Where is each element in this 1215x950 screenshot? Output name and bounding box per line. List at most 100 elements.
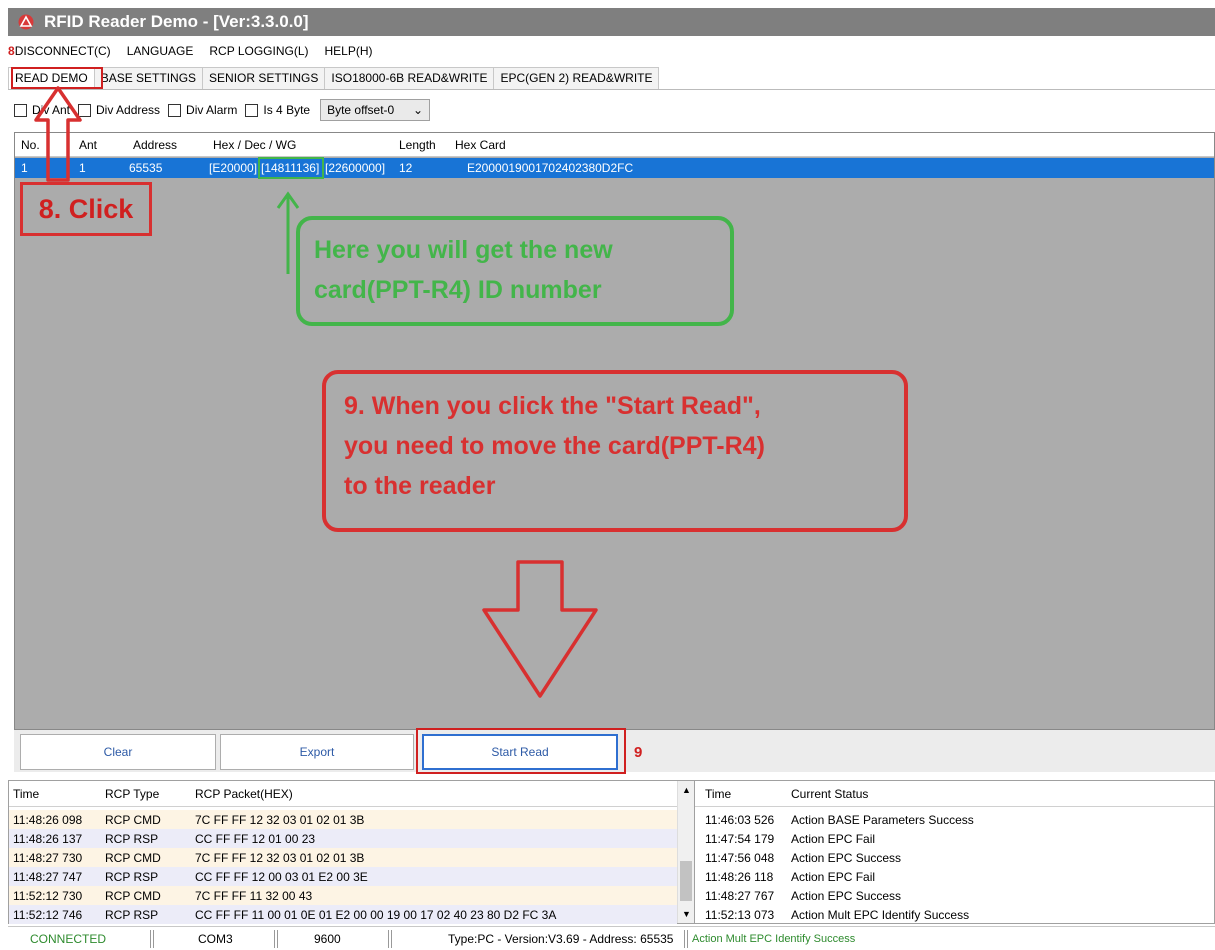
status-time: 11:46:03 526 xyxy=(705,812,775,827)
up-arrow-annotation-icon xyxy=(34,86,82,182)
log-row[interactable]: 11:48:27 730 RCP CMD 7C FF FF 12 32 03 0… xyxy=(9,848,677,867)
status-text: Action EPC Success xyxy=(791,850,902,865)
status-separator xyxy=(274,930,278,948)
current-status-list[interactable]: Time Current Status 11:46:03 526 Action … xyxy=(694,780,1215,924)
export-button[interactable]: Export xyxy=(220,734,414,770)
status-row[interactable]: 11:46:03 526 Action BASE Parameters Succ… xyxy=(695,810,1214,829)
log-packet: CC FF FF 11 00 01 0E 01 E2 00 00 19 00 1… xyxy=(195,907,557,922)
log-scrollbar[interactable]: ▲ ▼ xyxy=(677,781,694,923)
last-action-status: Action Mult EPC Identify Success xyxy=(692,933,856,945)
log-time: 11:48:26 098 xyxy=(13,812,83,827)
is-4-byte-checkbox[interactable] xyxy=(245,103,259,117)
log-row[interactable]: 11:48:27 747 RCP RSP CC FF FF 12 00 03 0… xyxy=(9,867,677,886)
col-hex-dec-wg[interactable]: Hex / Dec / WG xyxy=(213,133,296,156)
app-logo-icon xyxy=(18,14,34,30)
menu-disconnect[interactable]: DISCONNECT(C) xyxy=(15,44,111,58)
status-separator xyxy=(684,930,688,948)
status-row[interactable]: 11:52:13 073 Action Mult EPC Identify Su… xyxy=(695,905,1214,924)
status-separator xyxy=(150,930,154,948)
table-row[interactable]: 1 1 65535 [E20000] [14811136] [22600000]… xyxy=(15,158,1214,178)
status-row[interactable]: 11:47:56 048 Action EPC Success xyxy=(695,848,1214,867)
div-address-label: Div Address xyxy=(96,103,161,117)
div-alarm-option[interactable]: Div Alarm xyxy=(168,103,237,117)
status-separator xyxy=(388,930,392,948)
status-row[interactable]: 11:47:54 179 Action EPC Fail xyxy=(695,829,1214,848)
is-4-byte-option[interactable]: Is 4 Byte xyxy=(245,103,310,117)
col-status-time[interactable]: Time xyxy=(705,781,731,806)
log-row[interactable]: 11:52:12 730 RCP CMD 7C FF FF 11 32 00 4… xyxy=(9,886,677,905)
menu-rcp-logging[interactable]: RCP LOGGING(L) xyxy=(209,44,308,58)
col-log-rcp-packet[interactable]: RCP Packet(HEX) xyxy=(195,781,293,806)
status-text: Action Mult EPC Identify Success xyxy=(791,907,970,922)
scrollbar-thumb[interactable] xyxy=(680,861,692,901)
red-callout-line-1: 9. When you click the "Start Read", xyxy=(344,392,761,420)
row-no: 1 xyxy=(21,161,28,175)
chevron-down-icon: ⌄ xyxy=(413,103,424,117)
byte-offset-value: Byte offset-0 xyxy=(327,103,395,117)
div-address-option[interactable]: Div Address xyxy=(78,103,160,117)
log-type: RCP CMD xyxy=(105,888,161,903)
menu-help[interactable]: HELP(H) xyxy=(325,44,373,58)
div-alarm-checkbox[interactable] xyxy=(168,103,182,117)
clear-button[interactable]: Clear xyxy=(20,734,216,770)
status-row[interactable]: 11:48:26 118 Action EPC Fail xyxy=(695,867,1214,886)
log-packet: 7C FF FF 12 32 03 01 02 01 3B xyxy=(195,812,365,827)
tab-senior-settings[interactable]: SENIOR SETTINGS xyxy=(202,67,326,89)
log-row[interactable]: 11:48:26 098 RCP CMD 7C FF FF 12 32 03 0… xyxy=(9,810,677,829)
div-alarm-label: Div Alarm xyxy=(186,103,238,117)
baud-status: 9600 xyxy=(314,932,341,946)
scroll-up-icon[interactable]: ▲ xyxy=(682,785,691,795)
scroll-down-icon[interactable]: ▼ xyxy=(682,909,691,919)
green-callout-line-2: card(PPT-R4) ID number xyxy=(314,276,602,304)
col-hex-card[interactable]: Hex Card xyxy=(455,133,506,156)
status-time: 11:47:56 048 xyxy=(705,850,775,865)
card-id-highlight-box xyxy=(258,157,324,179)
status-time: 11:47:54 179 xyxy=(705,831,775,846)
menu-bar: 8 DISCONNECT(C) LANGUAGE RCP LOGGING(L) … xyxy=(8,40,1215,62)
log-row[interactable]: 11:48:26 137 RCP RSP CC FF FF 12 01 00 2… xyxy=(9,829,677,848)
log-type: RCP RSP xyxy=(105,907,159,922)
tab-epc-gen2[interactable]: EPC(GEN 2) READ&WRITE xyxy=(493,67,660,89)
log-packet: 7C FF FF 11 32 00 43 xyxy=(195,888,313,903)
step-9-marker: 9 xyxy=(634,744,643,761)
byte-offset-select[interactable]: Byte offset-0 ⌄ xyxy=(320,99,431,121)
device-info-status: Type:PC - Version:V3.69 - Address: 65535 xyxy=(448,932,674,946)
col-log-time[interactable]: Time xyxy=(13,781,39,806)
log-time: 11:48:27 747 xyxy=(13,869,83,884)
status-time: 11:48:26 118 xyxy=(705,869,774,884)
tab-base-settings[interactable]: BASE SETTINGS xyxy=(93,67,204,89)
col-length[interactable]: Length xyxy=(399,133,436,156)
div-ant-checkbox[interactable] xyxy=(14,103,27,117)
rcp-log-header: Time RCP Type RCP Packet(HEX) xyxy=(9,781,693,807)
red-callout: 9. When you click the "Start Read", you … xyxy=(322,370,908,532)
window-title: RFID Reader Demo - [Ver:3.3.0.0] xyxy=(44,12,309,31)
red-callout-line-2: you need to move the card(PPT-R4) xyxy=(344,432,765,460)
log-type: RCP CMD xyxy=(105,850,161,865)
down-arrow-annotation-icon xyxy=(482,560,598,698)
col-address[interactable]: Address xyxy=(133,133,177,156)
grid-header: No. Ant Address Hex / Dec / WG Length He… xyxy=(15,133,1214,157)
row-hex: [E20000] xyxy=(209,161,258,175)
step-8-marker: 8 xyxy=(8,44,15,58)
status-time: 11:48:27 767 xyxy=(705,888,775,903)
row-wg: [22600000] xyxy=(325,161,386,175)
status-bar: CONNECTED COM3 9600 Type:PC - Version:V3… xyxy=(8,926,1215,950)
connection-status: CONNECTED xyxy=(30,932,107,946)
status-header: Time Current Status xyxy=(695,781,1214,807)
log-time: 11:52:12 746 xyxy=(13,907,83,922)
col-log-rcp-type[interactable]: RCP Type xyxy=(105,781,159,806)
start-read-highlight-box xyxy=(416,728,626,774)
step-8-click-label: 8. Click xyxy=(20,182,152,236)
status-text: Action EPC Fail xyxy=(791,831,876,846)
status-text: Action EPC Fail xyxy=(791,869,876,884)
tab-bar: READ DEMO BASE SETTINGS SENIOR SETTINGS … xyxy=(8,66,1215,90)
menu-language[interactable]: LANGUAGE xyxy=(127,44,194,58)
status-text: Action BASE Parameters Success xyxy=(791,812,974,827)
log-type: RCP RSP xyxy=(105,869,159,884)
col-current-status[interactable]: Current Status xyxy=(791,781,868,806)
green-callout: Here you will get the new card(PPT-R4) I… xyxy=(296,216,734,326)
log-row[interactable]: 11:52:12 746 RCP RSP CC FF FF 11 00 01 0… xyxy=(9,905,677,924)
tab-iso18000-6b[interactable]: ISO18000-6B READ&WRITE xyxy=(324,67,495,89)
status-row[interactable]: 11:48:27 767 Action EPC Success xyxy=(695,886,1214,905)
rcp-log-list[interactable]: Time RCP Type RCP Packet(HEX) 11:48:26 0… xyxy=(8,780,694,924)
